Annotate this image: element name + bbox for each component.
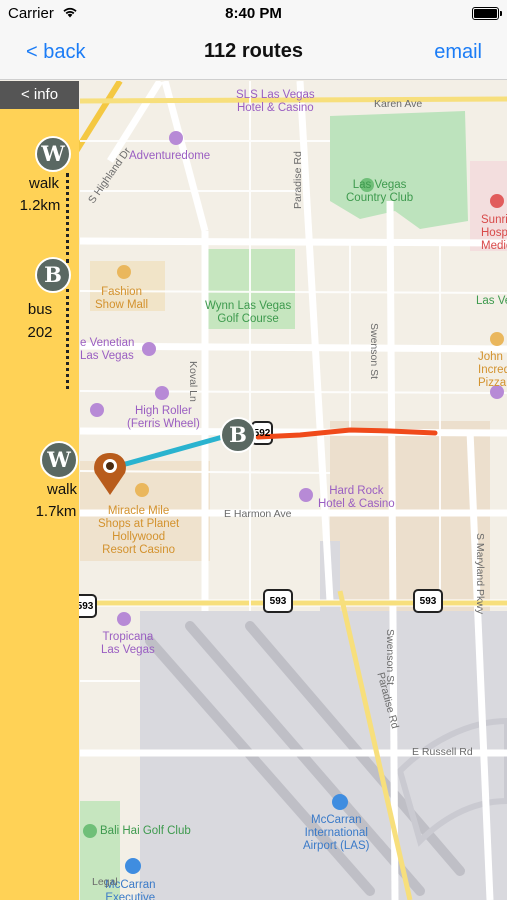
route-steps-panel: W walk 1.2km B bus 202 W walk 1.7km [0,109,79,900]
label-karen-ave: Karen Ave [374,98,423,110]
label-koval-ln: Koval Ln [187,361,199,402]
label-harmon-ave: E Harmon Ave [224,508,292,520]
walk-step-icon[interactable]: W [35,136,71,172]
status-bar: Carrier 8:40 PM [0,0,507,28]
clock: 8:40 PM [225,5,282,22]
label-wynn-golf: Wynn Las Vegas Golf Course [205,300,292,325]
step-3-mode: walk [46,481,77,498]
label-high-roller: High Roller (Ferris Wheel) [127,405,200,430]
label-tropicana: Tropicana Las Vegas [101,631,155,656]
navigation-bar: < back 112 routes email [0,28,507,80]
email-button[interactable]: email [434,41,482,64]
label-fashion-show-mall: Fashion Show Mall [95,286,149,311]
shield-593-a: 593 [269,596,287,607]
label-hard-rock: Hard Rock Hotel & Casino [318,485,395,510]
label-miracle-mile: Miracle Mile Shops at Planet Hollywood Reso… [98,505,180,556]
step-1-mode: walk [28,175,59,192]
back-button[interactable]: < back [26,41,85,64]
label-sls: SLS Las Vegas Hotel & Casino [236,89,315,114]
label-johns-pizza: JohnIncrediPizza C [478,351,507,389]
bus-stop-marker[interactable]: B [220,417,256,453]
step-1-detail: 1.2km [19,197,61,214]
step-3-detail: 1.7km [35,503,77,520]
step-2-detail: 202 [27,324,53,341]
label-swenson-st-top: Swenson St [368,323,380,380]
bus-step-icon[interactable]: B [35,257,71,293]
label-maryland-pkwy: S Maryland Pkwy [474,533,486,615]
shield-593-b: 593 [419,596,437,607]
info-button[interactable]: < info [0,81,79,109]
label-las-vegas-right: Las Ve [476,295,507,307]
label-las-vegas-country-club: Las Vegas Country Club [346,179,414,204]
battery-icon [472,7,502,20]
label-venetian: e Venetian Las Vegas [80,337,135,362]
label-paradise-rd-top: Paradise Rd [292,151,304,209]
step-2-mode: bus [27,301,53,318]
walk-step-icon[interactable]: W [40,441,78,479]
label-bali-hai: Bali Hai Golf Club [100,825,191,837]
label-mccarran-airport: McCarran International Airport (LAS) [303,814,370,852]
label-russell-rd: E Russell Rd [412,746,473,758]
legal-link[interactable]: Legal [92,876,118,889]
label-sunrise-hospital: SunriHospitaMedical C [481,214,507,252]
label-adventuredome: Adventuredome [129,150,211,162]
